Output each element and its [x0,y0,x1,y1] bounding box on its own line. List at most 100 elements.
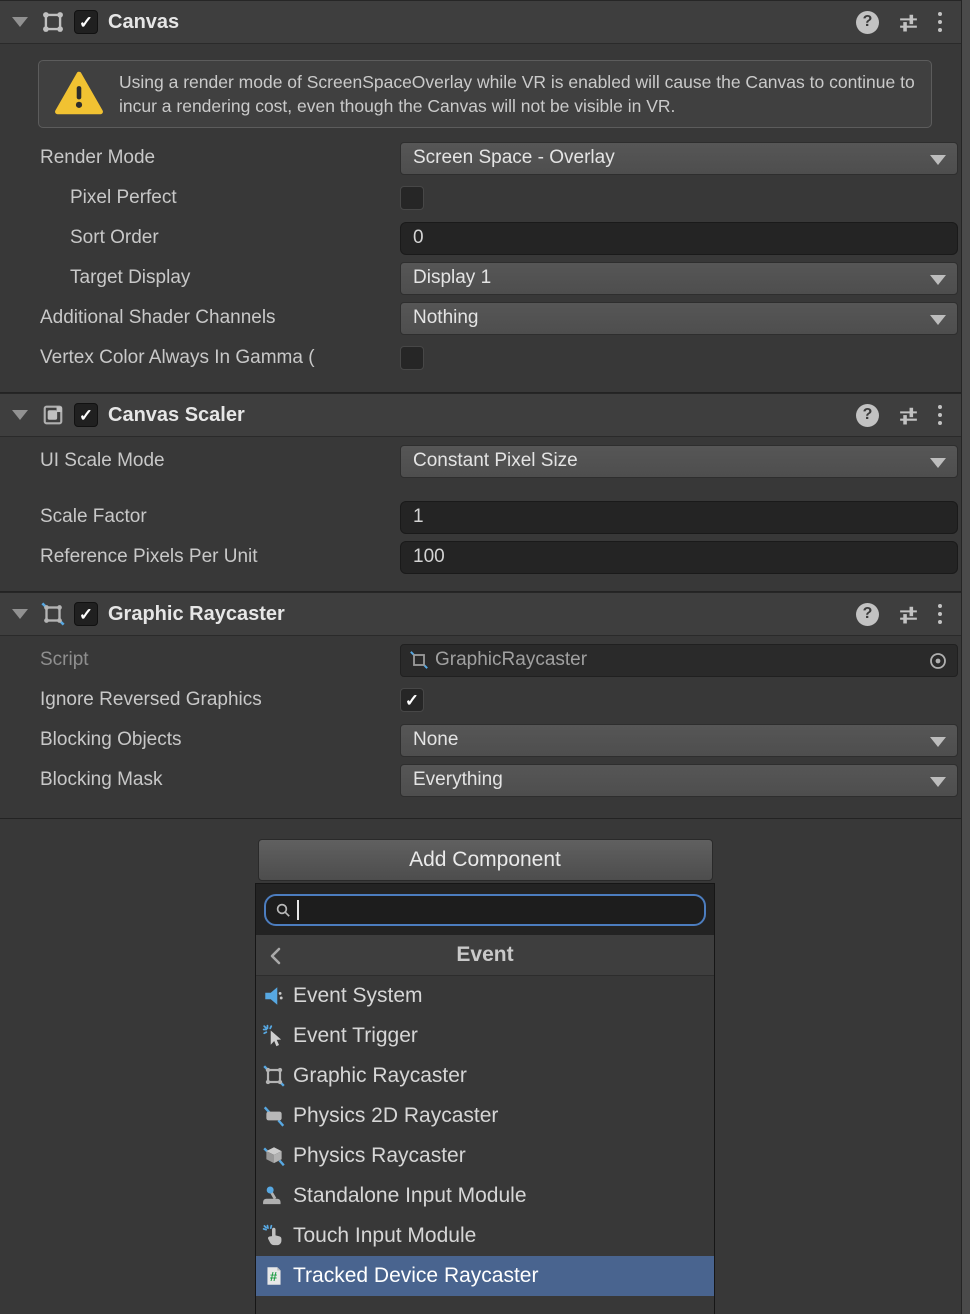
menu-item-label: Graphic Raycaster [293,1064,467,1088]
blocking-objects-dropdown[interactable]: None [400,724,958,757]
menu-item-physics-2d-raycaster[interactable]: Physics 2D Raycaster [256,1096,714,1136]
property-row: Blocking Mask Everything [0,760,970,800]
add-component-button[interactable]: Add Component [258,839,713,881]
property-row: Script GraphicRaycaster [0,640,970,680]
foldout-arrow-icon[interactable] [12,17,28,27]
script-object-field[interactable]: GraphicRaycaster [400,644,958,677]
event-system-icon [262,984,286,1008]
render-mode-dropdown[interactable]: Screen Space - Overlay [400,142,958,175]
canvas-section-body: Using a render mode of ScreenSpaceOverla… [0,44,970,393]
dropdown-value: Everything [413,769,503,791]
graphic-raycaster-section-body: Script GraphicRaycaster Ignore Reversed … [0,636,970,819]
unity-inspector: ✓ Canvas ? Using a render mode of Screen… [0,0,970,1314]
property-label: Script [40,649,400,671]
property-label: Sort Order [40,227,400,249]
more-menu-icon[interactable] [938,405,942,425]
property-row: Sort Order [0,218,970,258]
dropdown-value: Screen Space - Overlay [413,147,615,169]
canvas-scaler-icon [40,402,66,428]
add-component-popup: Event Event System Event Trigger [255,883,715,1314]
warning-text: Using a render mode of ScreenSpaceOverla… [119,70,917,118]
back-chevron-icon[interactable] [266,945,288,967]
property-label: Vertex Color Always In Gamma ( [40,347,400,369]
property-label: Additional Shader Channels [40,307,400,329]
standalone-input-module-icon [262,1184,286,1208]
event-trigger-icon [262,1024,286,1048]
chevron-down-icon [930,155,946,165]
object-picker-icon[interactable] [927,650,949,672]
property-label: Scale Factor [40,506,400,528]
chevron-down-icon [930,458,946,468]
chevron-down-icon [930,275,946,285]
touch-input-module-icon [262,1224,286,1248]
category-title: Event [456,943,513,967]
canvas-scaler-section-body: UI Scale Mode Constant Pixel Size Scale … [0,437,970,592]
ui-scale-mode-dropdown[interactable]: Constant Pixel Size [400,445,958,478]
dropdown-value: Constant Pixel Size [413,450,578,472]
target-display-dropdown[interactable]: Display 1 [400,262,958,295]
property-row: Additional Shader Channels Nothing [0,298,970,338]
additional-shader-channels-dropdown[interactable]: Nothing [400,302,958,335]
property-label: Render Mode [40,147,400,169]
component-title: Canvas [108,11,856,34]
graphic-raycaster-component-header[interactable]: ✓ Graphic Raycaster ? [0,592,970,636]
dropdown-value: Nothing [413,307,479,329]
chevron-down-icon [930,777,946,787]
menu-item-touch-input-module[interactable]: Touch Input Module [256,1216,714,1256]
sort-order-input[interactable] [400,222,958,255]
presets-icon[interactable] [897,11,920,34]
graphic-raycaster-icon [40,601,66,627]
property-row: Reference Pixels Per Unit [0,537,970,577]
text-cursor [297,900,299,920]
menu-item-event-system[interactable]: Event System [256,976,714,1016]
property-label: Blocking Mask [40,769,400,791]
graphic-raycaster-enabled-checkbox[interactable]: ✓ [74,602,98,626]
property-row: UI Scale Mode Constant Pixel Size [0,441,970,481]
menu-item-label: Event System [293,984,423,1008]
help-icon[interactable]: ? [856,404,879,427]
ignore-reversed-graphics-checkbox[interactable] [400,688,424,712]
graphic-raycaster-icon [262,1064,286,1088]
blocking-mask-dropdown[interactable]: Everything [400,764,958,797]
search-icon [274,901,293,920]
presets-icon[interactable] [897,404,920,427]
presets-icon[interactable] [897,603,920,626]
property-row: Blocking Objects None [0,720,970,760]
physics-raycaster-icon [262,1144,286,1168]
more-menu-icon[interactable] [938,604,942,624]
property-row: Vertex Color Always In Gamma ( [0,338,970,378]
graphic-raycaster-icon [409,650,429,670]
menu-item-graphic-raycaster[interactable]: Graphic Raycaster [256,1056,714,1096]
foldout-arrow-icon[interactable] [12,609,28,619]
canvas-scaler-enabled-checkbox[interactable]: ✓ [74,403,98,427]
search-strip [256,884,714,935]
dropdown-value: None [413,729,458,751]
scale-factor-input[interactable] [400,501,958,534]
warning-icon [53,69,105,119]
property-label: Target Display [40,267,400,289]
menu-item-event-trigger[interactable]: Event Trigger [256,1016,714,1056]
foldout-arrow-icon[interactable] [12,410,28,420]
menu-item-tracked-device-raycaster[interactable]: # Tracked Device Raycaster [256,1256,714,1296]
dropdown-value: Display 1 [413,267,491,289]
canvas-scaler-component-header[interactable]: ✓ Canvas Scaler ? [0,393,970,437]
menu-item-label: Tracked Device Raycaster [293,1264,538,1288]
chevron-down-icon [930,737,946,747]
help-icon[interactable]: ? [856,11,879,34]
menu-item-label: Physics 2D Raycaster [293,1104,498,1128]
menu-item-standalone-input-module[interactable]: Standalone Input Module [256,1176,714,1216]
pixel-perfect-checkbox[interactable] [400,186,424,210]
menu-item-physics-raycaster[interactable]: Physics Raycaster [256,1136,714,1176]
canvas-component-header[interactable]: ✓ Canvas ? [0,0,970,44]
more-menu-icon[interactable] [938,12,942,32]
vertex-color-gamma-checkbox[interactable] [400,346,424,370]
canvas-enabled-checkbox[interactable]: ✓ [74,10,98,34]
component-search-field[interactable] [264,894,706,926]
property-label: Blocking Objects [40,729,400,751]
help-icon[interactable]: ? [856,603,879,626]
inspector-scrollbar[interactable] [961,0,970,1314]
property-row: Scale Factor [0,497,970,537]
reference-pixels-input[interactable] [400,541,958,574]
menu-item-label: Touch Input Module [293,1224,476,1248]
vr-warning-box: Using a render mode of ScreenSpaceOverla… [38,60,932,128]
